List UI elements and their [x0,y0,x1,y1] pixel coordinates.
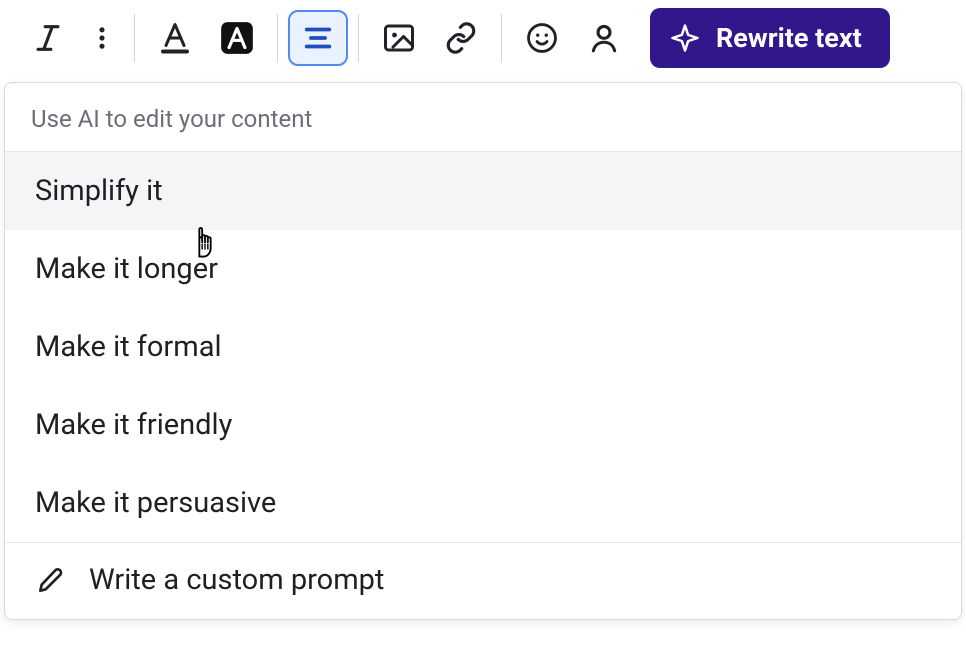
italic-icon [31,21,65,55]
insert-emoji-button[interactable] [512,10,572,66]
pencil-icon [35,564,67,596]
toolbar-divider [358,14,359,62]
ai-option-label: Make it formal [35,330,222,364]
ai-menu-header: Use AI to edit your content [5,83,961,151]
rewrite-text-button[interactable]: Rewrite text [650,8,890,68]
align-center-icon [301,21,335,55]
ai-option-label: Make it persuasive [35,486,276,520]
emoji-icon [525,21,559,55]
toolbar-divider [501,14,502,62]
formatting-toolbar: Rewrite text [0,0,966,76]
sparkle-icon [670,23,700,53]
person-icon [587,21,621,55]
highlight-color-button[interactable] [207,10,267,66]
toolbar-divider [277,14,278,62]
text-color-icon [157,20,193,56]
ai-option-formal[interactable]: Make it formal [5,308,961,386]
insert-image-button[interactable] [369,10,429,66]
highlight-icon [218,19,256,57]
link-icon [444,21,478,55]
toolbar-divider [134,14,135,62]
more-options-button[interactable] [80,10,124,66]
ai-option-label: Make it longer [35,252,218,286]
ai-custom-prompt-label: Write a custom prompt [89,563,384,597]
align-center-button[interactable] [288,10,348,66]
ai-option-label: Make it friendly [35,408,232,442]
text-color-button[interactable] [145,10,205,66]
more-vertical-icon [88,21,116,55]
ai-option-persuasive[interactable]: Make it persuasive [5,464,961,542]
insert-link-button[interactable] [431,10,491,66]
ai-option-simplify[interactable]: Simplify it [5,152,961,230]
italic-button[interactable] [18,10,78,66]
rewrite-text-label: Rewrite text [716,22,862,54]
ai-option-longer[interactable]: Make it longer [5,230,961,308]
image-icon [381,20,417,56]
mention-person-button[interactable] [574,10,634,66]
ai-option-friendly[interactable]: Make it friendly [5,386,961,464]
ai-rewrite-menu: Use AI to edit your content Simplify it … [4,82,962,620]
ai-option-label: Simplify it [35,174,163,208]
ai-custom-prompt[interactable]: Write a custom prompt [5,543,961,619]
